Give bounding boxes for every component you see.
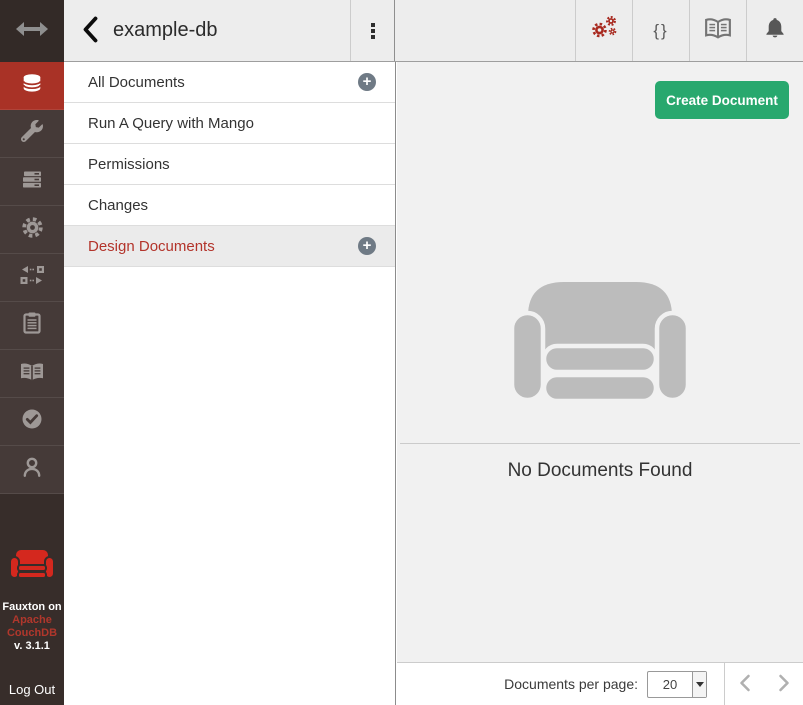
clipboard-icon: [21, 311, 43, 340]
nav-item-design-documents[interactable]: Design Documents +: [64, 226, 395, 267]
add-design-document-button[interactable]: +: [358, 237, 376, 255]
nav-item-label: Changes: [88, 197, 148, 214]
next-page-button[interactable]: [764, 663, 803, 705]
api-options-button[interactable]: [575, 0, 632, 61]
nav-item-all-documents[interactable]: All Documents +: [64, 62, 395, 103]
replication-icon: [20, 264, 44, 291]
database-options-menu-button[interactable]: [351, 0, 395, 61]
chevron-left-icon: [82, 16, 99, 46]
sidebar-item-setup[interactable]: [0, 110, 64, 158]
kebab-menu-icon: [371, 23, 375, 27]
double-arrow-icon: [15, 20, 49, 43]
collapse-sidebar-button[interactable]: [0, 0, 64, 62]
sidebar-item-replication[interactable]: [0, 254, 64, 302]
nav-item-changes[interactable]: Changes: [64, 185, 395, 226]
back-button[interactable]: [82, 16, 107, 46]
branding-line: Fauxton on: [2, 601, 61, 614]
verify-check-icon: [20, 407, 44, 436]
database-nav-panel: All Documents + Run A Query with Mango P…: [64, 62, 396, 705]
sidebar-item-configuration[interactable]: [0, 206, 64, 254]
primary-sidebar: Fauxton on Apache CouchDB v. 3.1.1 Log O…: [0, 0, 64, 705]
pagination-footer: Documents per page: 20: [397, 662, 803, 705]
sidebar-item-account[interactable]: [0, 446, 64, 494]
branding-line: Apache: [2, 614, 61, 627]
per-page-select[interactable]: 20: [647, 671, 707, 698]
empty-state-message: No Documents Found: [397, 460, 803, 482]
gear-icon: [20, 215, 45, 245]
api-url-button[interactable]: {}: [632, 0, 689, 61]
branding-line: v. 3.1.1: [2, 640, 61, 653]
header-spacer: [395, 0, 575, 61]
sidebar-item-activity[interactable]: [0, 302, 64, 350]
select-dropdown-arrow-icon: [692, 672, 706, 697]
nav-item-mango-query[interactable]: Run A Query with Mango: [64, 103, 395, 144]
empty-couch-illustration: [510, 282, 690, 408]
notifications-button[interactable]: [746, 0, 803, 61]
nav-item-label: Run A Query with Mango: [88, 115, 254, 132]
couchdb-logo-icon: [10, 548, 54, 589]
open-book-icon: [704, 16, 732, 45]
gears-icon: [589, 14, 619, 47]
add-document-button[interactable]: +: [358, 73, 376, 91]
nav-item-permissions[interactable]: Permissions: [64, 144, 395, 185]
user-icon: [20, 455, 44, 484]
version-info: Fauxton on Apache CouchDB v. 3.1.1: [2, 601, 61, 653]
documents-content-area: Create Document No Documents Found Docum…: [397, 62, 803, 705]
branding-line: CouchDB: [2, 627, 61, 640]
database-icon: [20, 71, 44, 100]
book-icon: [19, 360, 45, 388]
create-document-button[interactable]: Create Document: [655, 81, 789, 119]
sidebar-item-verify[interactable]: [0, 398, 64, 446]
per-page-value: 20: [648, 672, 692, 697]
sidebar-item-databases[interactable]: [0, 62, 64, 110]
sidebar-item-documentation[interactable]: [0, 350, 64, 398]
sidebar-item-activetasks[interactable]: [0, 158, 64, 206]
page-title: example-db: [113, 19, 218, 42]
nav-item-label: All Documents: [88, 74, 185, 91]
sidebar-footer: Fauxton on Apache CouchDB v. 3.1.1 Log O…: [0, 494, 64, 705]
wrench-icon: [21, 120, 43, 147]
previous-page-button[interactable]: [725, 663, 764, 705]
fauxton-app: Fauxton on Apache CouchDB v. 3.1.1 Log O…: [0, 0, 803, 705]
database-header: example-db: [64, 0, 351, 61]
json-braces-icon: {}: [653, 21, 668, 41]
chevron-right-icon: [778, 674, 790, 695]
bell-icon: [763, 16, 787, 45]
nav-item-label: Permissions: [88, 156, 170, 173]
servers-icon: [20, 167, 44, 196]
top-header: example-db {}: [64, 0, 803, 62]
chevron-left-icon: [739, 674, 751, 695]
documentation-button[interactable]: [689, 0, 746, 61]
nav-item-label: Design Documents: [88, 238, 215, 255]
content-divider: [400, 443, 800, 444]
sidebar-nav: [0, 62, 64, 494]
logout-link[interactable]: Log Out: [0, 682, 64, 697]
per-page-label: Documents per page:: [504, 676, 638, 692]
